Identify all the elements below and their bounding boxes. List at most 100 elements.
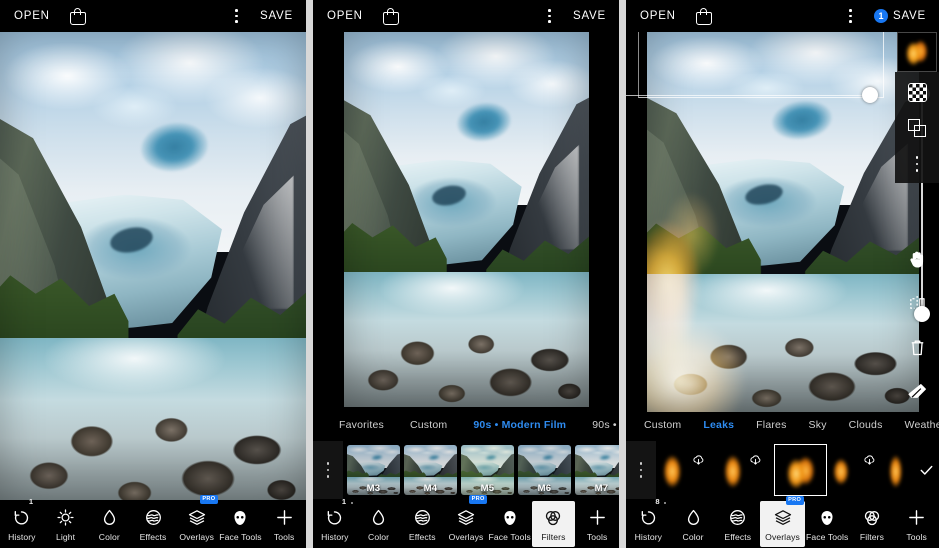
open-button[interactable]: OPEN — [640, 10, 676, 22]
overlay-thumb-leak-1[interactable] — [660, 444, 713, 496]
filter-thumb-m7[interactable]: M7 — [575, 445, 619, 495]
photo-canvas-1[interactable] — [0, 32, 306, 510]
overlay-strip-menu-icon[interactable] — [626, 441, 656, 499]
tool-label: Face Tools — [488, 531, 531, 542]
filter-thumb-label: M6 — [537, 483, 552, 494]
overlay-right-toolbar-panel — [895, 72, 939, 183]
filter-thumb-m3[interactable]: M3 — [347, 445, 400, 495]
filter-thumb-m6[interactable]: M6 — [518, 445, 571, 495]
tool-overlays[interactable]: PRO Overlays — [760, 496, 805, 547]
plus-icon — [273, 507, 295, 529]
tool-effects[interactable]: Effects — [715, 500, 760, 548]
tool-color[interactable]: Color — [87, 500, 131, 548]
download-icon[interactable] — [862, 453, 877, 468]
filter-strip-menu-icon[interactable] — [313, 441, 343, 499]
shopping-bag-icon[interactable] — [695, 7, 712, 25]
tool-label: Light — [56, 531, 76, 542]
overlay-category-sky[interactable]: Sky — [809, 419, 827, 431]
tool-effects[interactable]: Effects — [400, 500, 444, 548]
eraser-icon[interactable] — [906, 380, 928, 402]
layers-icon — [772, 507, 794, 529]
overlay-thumbnail-strip[interactable] — [626, 441, 939, 499]
hand-icon[interactable] — [906, 248, 928, 270]
history-icon — [11, 507, 33, 529]
filter-category-strip[interactable]: Favorites Custom 90s • Modern Film 90s •… — [313, 412, 619, 438]
save-button[interactable]: SAVE — [893, 10, 926, 22]
shopping-bag-icon[interactable] — [69, 7, 86, 25]
filter-thumb-m5[interactable]: M5 — [461, 445, 514, 495]
panel-divider-2 — [619, 0, 626, 548]
tool-face-tools[interactable]: Face Tools — [219, 500, 263, 548]
history-icon — [637, 507, 659, 529]
bottom-toolbar-3: 8 History Color Effects PRO Overlays Fac… — [626, 496, 939, 548]
tool-face-tools[interactable]: Face Tools — [488, 500, 532, 548]
top-bar-1: OPEN SAVE — [0, 0, 306, 32]
more-vertical-icon[interactable] — [548, 9, 551, 23]
tool-face-tools[interactable]: Face Tools — [805, 500, 850, 548]
panel-overlays: OPEN 1 SAVE Custom Leaks Flares Sky Clou… — [626, 0, 939, 548]
filter-thumb-m4[interactable]: M4 — [404, 445, 457, 495]
more-vertical-icon[interactable] — [235, 9, 238, 23]
tool-overlays[interactable]: PRO Overlays — [444, 495, 488, 548]
download-icon[interactable] — [748, 453, 763, 468]
overlay-preview-thumbnail[interactable] — [897, 32, 937, 72]
check-icon[interactable] — [918, 462, 935, 479]
tool-filters[interactable]: Filters — [850, 500, 895, 548]
overlay-category-weather[interactable]: Weather — [905, 419, 939, 431]
pro-badge: PRO — [469, 495, 488, 504]
overlay-category-strip[interactable]: Custom Leaks Flares Sky Clouds Weather B… — [626, 412, 939, 438]
copy-layers-icon[interactable] — [906, 117, 928, 139]
tool-label: Color — [682, 531, 704, 542]
save-button[interactable]: SAVE — [260, 10, 293, 22]
transform-handle-top[interactable] — [862, 87, 878, 103]
tool-history[interactable]: 1 History — [313, 497, 357, 548]
tool-filters[interactable]: Filters — [531, 501, 576, 547]
more-vertical-icon[interactable] — [906, 153, 928, 175]
overlay-category-flares[interactable]: Flares — [756, 419, 786, 431]
tool-tools[interactable]: Tools — [262, 500, 306, 548]
overlay-thumb-leak-3[interactable] — [774, 444, 827, 496]
filter-category-favorites[interactable]: Favorites — [339, 419, 384, 431]
droplet-icon — [682, 507, 704, 529]
photo-canvas-2[interactable] — [344, 32, 589, 407]
plus-icon — [906, 507, 928, 529]
bottom-toolbar-1: 1 History Light Color Effects PRO Overla… — [0, 495, 306, 548]
filter-thumbnail-strip[interactable]: M3 M4 M5 M6 M7 — [313, 441, 619, 499]
more-vertical-icon[interactable] — [849, 9, 852, 23]
top-bar-3: OPEN 1 SAVE — [626, 0, 939, 32]
layers-icon — [186, 507, 208, 529]
tool-effects[interactable]: Effects — [131, 500, 175, 548]
tool-label: History — [321, 531, 349, 542]
tool-history[interactable]: 8 History — [626, 497, 671, 548]
filter-category-custom[interactable]: Custom — [410, 419, 447, 431]
open-button[interactable]: OPEN — [327, 10, 363, 22]
photo-canvas-3[interactable] — [647, 28, 919, 412]
tool-history[interactable]: 1 History — [0, 497, 44, 548]
tool-label: Effects — [408, 531, 436, 542]
effects-icon — [727, 507, 749, 529]
shopping-bag-icon[interactable] — [382, 7, 399, 25]
tool-tools[interactable]: Tools — [575, 500, 619, 548]
overlay-thumb-leak-4[interactable] — [831, 444, 884, 496]
tool-overlays[interactable]: PRO Overlays — [175, 495, 219, 548]
trash-icon[interactable] — [906, 336, 928, 358]
photo-vignette — [647, 28, 919, 412]
save-button[interactable]: SAVE — [573, 10, 606, 22]
history-badge: 1 — [28, 497, 34, 506]
download-icon[interactable] — [691, 453, 706, 468]
filter-category-90s-art-film[interactable]: 90s • Art Film — [592, 419, 619, 431]
open-button[interactable]: OPEN — [14, 10, 50, 22]
overlay-category-clouds[interactable]: Clouds — [849, 419, 883, 431]
filter-category-90s-modern-film[interactable]: 90s • Modern Film — [473, 419, 566, 431]
overlay-category-leaks[interactable]: Leaks — [703, 419, 734, 431]
effects-icon — [411, 507, 433, 529]
overlay-thumb-leak-5[interactable] — [888, 444, 939, 496]
overlay-thumb-leak-2[interactable] — [717, 444, 770, 496]
flip-horizontal-icon[interactable] — [906, 292, 928, 314]
tool-color[interactable]: Color — [671, 500, 716, 548]
tool-tools[interactable]: Tools — [894, 500, 939, 548]
overlay-category-custom[interactable]: Custom — [644, 419, 681, 431]
tool-color[interactable]: Color — [357, 500, 401, 548]
checkerboard-icon[interactable] — [906, 81, 928, 103]
tool-light[interactable]: Light — [44, 500, 88, 548]
